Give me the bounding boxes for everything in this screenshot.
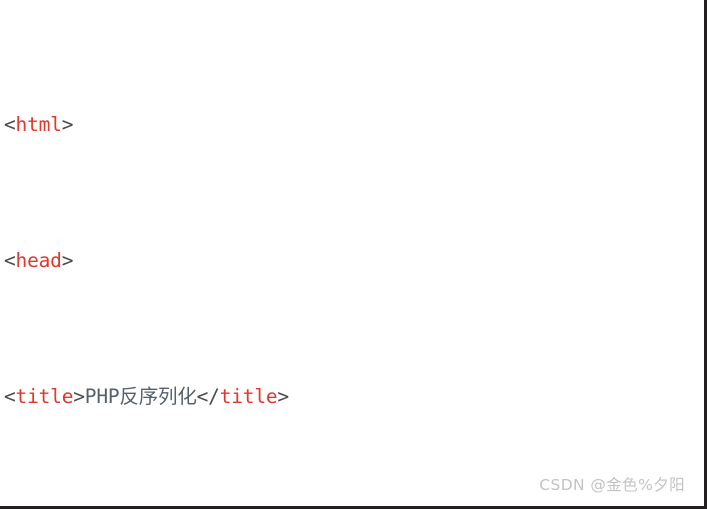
- code-line-3: <title>PHP反序列化</title>: [0, 383, 704, 410]
- angle-close: >: [73, 384, 85, 408]
- angle-open: <: [4, 248, 16, 272]
- code-line-2: <head>: [0, 247, 704, 274]
- angle-open: <: [4, 384, 16, 408]
- html-tag-name: html: [15, 112, 62, 136]
- angle-close: >: [61, 112, 74, 136]
- angle-close: >: [277, 384, 289, 408]
- code-line-1: <html>: [0, 111, 704, 138]
- html-tag-name: head: [15, 248, 62, 272]
- csdn-watermark: CSDN @金色%夕阳: [539, 476, 685, 494]
- angle-open-closing: </: [196, 384, 220, 408]
- html-tag-name-closing: title: [219, 384, 278, 408]
- title-text: PHP反序列化: [84, 384, 197, 408]
- angle-close: >: [61, 248, 74, 272]
- code-screenshot: <html> <head> <title>PHP反序列化</title> </h…: [0, 0, 707, 509]
- angle-open: <: [4, 112, 16, 136]
- html-tag-name: title: [15, 384, 74, 408]
- code-block[interactable]: <html> <head> <title>PHP反序列化</title> </h…: [0, 0, 704, 506]
